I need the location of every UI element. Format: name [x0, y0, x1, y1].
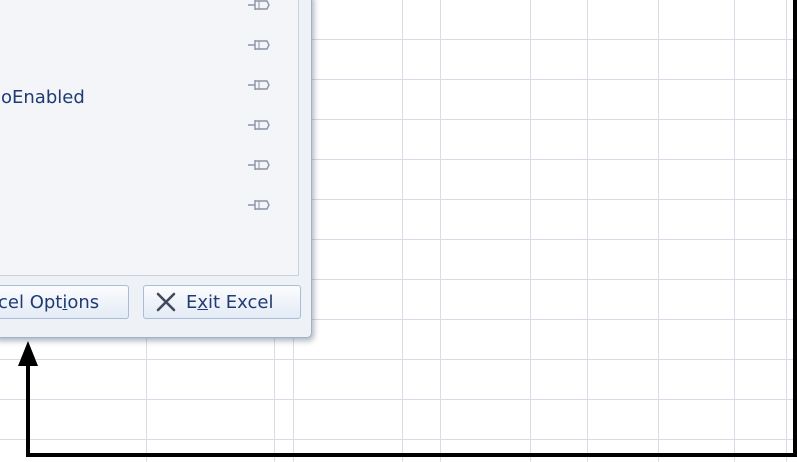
- annotation-arrow: [18, 0, 797, 457]
